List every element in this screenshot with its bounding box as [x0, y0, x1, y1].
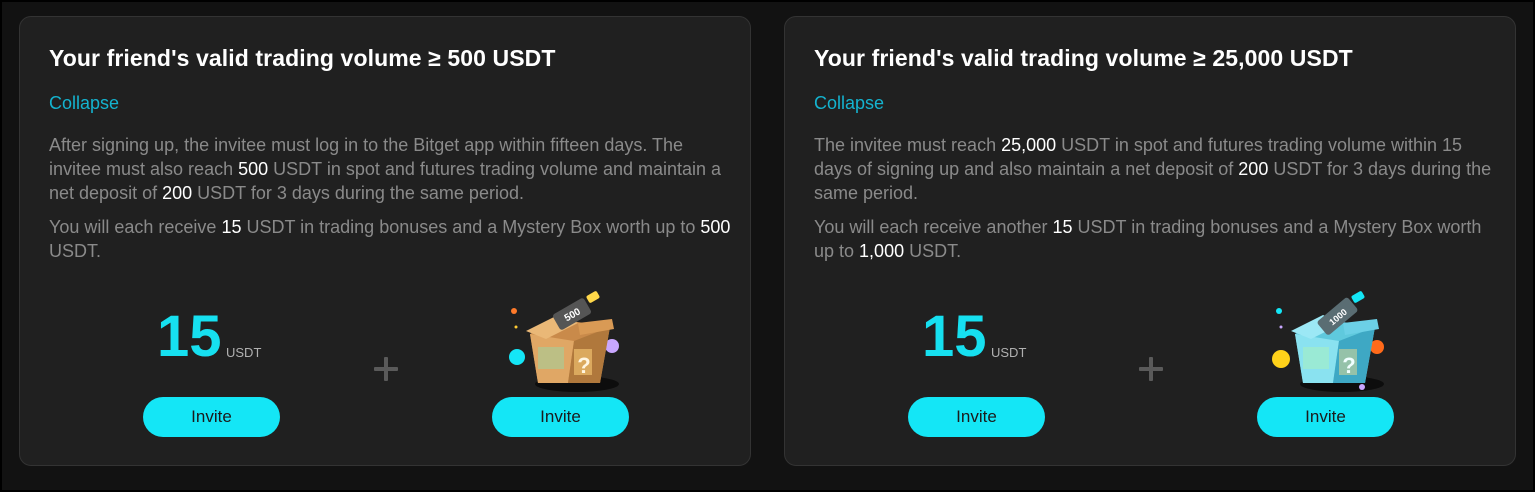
highlight-value: 15 — [1052, 217, 1073, 237]
collapse-link[interactable]: Collapse — [49, 93, 119, 114]
mystery-box-500-icon: 500 ? — [509, 291, 619, 392]
highlight-value: 200 — [162, 183, 193, 203]
requirement-paragraph: The invitee must reach 25,000 USDT in sp… — [814, 133, 1504, 205]
plus-icon — [1136, 355, 1166, 385]
highlight-value: 500 — [700, 217, 731, 237]
invite-button[interactable]: Invite — [143, 397, 280, 437]
invite-button[interactable]: Invite — [908, 397, 1045, 437]
plus-icon — [371, 355, 401, 385]
collapse-link[interactable]: Collapse — [814, 93, 884, 114]
reward-card-500: Your friend's valid trading volume ≥ 500… — [19, 16, 751, 466]
card-description: The invitee must reach 25,000 USDT in sp… — [814, 133, 1504, 273]
reward-paragraph: You will each receive another 15 USDT in… — [814, 215, 1504, 263]
invite-button[interactable]: Invite — [1257, 397, 1394, 437]
text-segment: USDT for 3 days during the same period. — [192, 183, 524, 203]
card-title: Your friend's valid trading volume ≥ 500… — [49, 45, 556, 71]
text-segment: USDT in trading bonuses and a Mystery Bo… — [241, 217, 701, 237]
reward-paragraph: You will each receive 15 USDT in trading… — [49, 215, 739, 263]
bonus-amount: 15 — [157, 304, 222, 369]
highlight-value: 1,000 — [859, 241, 905, 261]
bonus-unit: USDT — [991, 345, 1027, 360]
highlight-value: 500 — [238, 159, 269, 179]
bonus-amount: 15 — [922, 304, 987, 369]
mystery-box-1000-icon: 1000 ? — [1272, 291, 1384, 392]
highlight-value: 25,000 — [1001, 135, 1057, 155]
highlight-value: 200 — [1238, 159, 1269, 179]
card-title: Your friend's valid trading volume ≥ 25,… — [814, 45, 1353, 71]
requirement-paragraph: After signing up, the invitee must log i… — [49, 133, 739, 205]
reward-card-25000: Your friend's valid trading volume ≥ 25,… — [784, 16, 1516, 466]
text-segment: The invitee must reach — [814, 135, 1002, 155]
text-segment: You will each receive another — [814, 217, 1053, 237]
card-description: After signing up, the invitee must log i… — [49, 133, 739, 273]
svg-text:?: ? — [1342, 353, 1355, 378]
bonus-unit: USDT — [226, 345, 262, 360]
text-segment: USDT. — [49, 241, 102, 261]
text-segment: You will each receive — [49, 217, 222, 237]
highlight-value: 15 — [221, 217, 242, 237]
invite-button[interactable]: Invite — [492, 397, 629, 437]
text-segment: USDT. — [904, 241, 962, 261]
svg-text:?: ? — [577, 353, 590, 378]
